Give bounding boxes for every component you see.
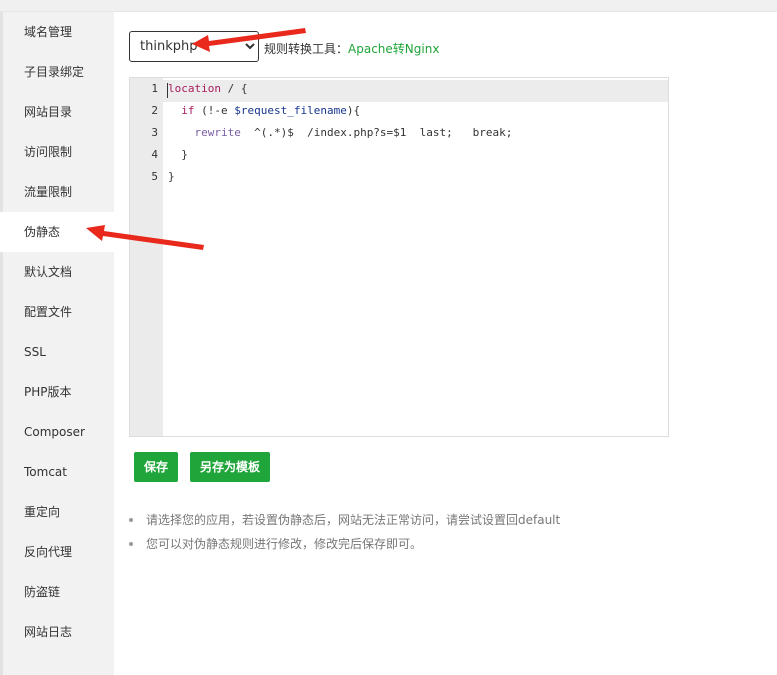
sidebar-item-hotlink-protection[interactable]: 防盗链 [0,572,114,612]
code-keyword: location [168,82,221,95]
code-keyword: rewrite [194,126,241,139]
code-line: if (!-e $request_filename){ [168,100,360,122]
line-number: 5 [151,170,158,183]
sidebar-item-site-directory[interactable]: 网站目录 [0,92,114,132]
rule-conversion-label: 规则转换工具： [264,42,349,56]
bullet-icon [129,542,133,546]
code-keyword: if [181,104,195,117]
sidebar-item-tomcat[interactable]: Tomcat [0,452,114,492]
code-line: rewrite ^(.*)$ /index.php?s=$1 last; bre… [168,122,513,144]
sidebar-item-traffic-limit[interactable]: 流量限制 [0,172,114,212]
sidebar-item-php-version[interactable]: PHP版本 [0,372,114,412]
sidebar-item-subdirectory-binding[interactable]: 子目录绑定 [0,52,114,92]
tip-item: 请选择您的应用，若设置伪静态后，网站无法正常访问，请尝试设置回default [129,510,560,534]
text-cursor [167,83,168,98]
save-as-template-button[interactable]: 另存为模板 [190,452,271,482]
sidebar-item-site-logs[interactable]: 网站日志 [0,612,114,652]
line-number: 3 [151,126,158,139]
sidebar-item-default-document[interactable]: 默认文档 [0,252,114,292]
line-number: 2 [151,104,158,117]
code-line: } [168,148,188,161]
sidebar-item-pseudo-static[interactable]: 伪静态 [0,212,114,252]
sidebar-item-config-file[interactable]: 配置文件 [0,292,114,332]
rule-conversion-tool: 规则转换工具：Apache转Nginx [264,40,439,57]
sidebar: 域名管理 子目录绑定 网站目录 访问限制 流量限制 伪静态 默认文档 配置文件 … [0,12,114,675]
code-text: ^(.*)$ /index.php?s=$1 last; break; [240,126,513,139]
bullet-icon [129,518,133,522]
tip-text: 您可以对伪静态规则进行修改，修改完后保存即可。 [146,537,423,551]
sidebar-item-access-restriction[interactable]: 访问限制 [0,132,114,172]
code-variable: $request_filename [234,104,347,117]
top-bar [0,0,777,12]
code-text: ){ [346,104,361,117]
rewrite-rules-editor[interactable]: 1 2 3 4 5 location / { if (!-e $request_… [129,77,669,437]
line-number: 4 [151,148,158,161]
save-button[interactable]: 保存 [134,452,179,482]
tip-item: 您可以对伪静态规则进行修改，修改完后保存即可。 [129,534,560,558]
sidebar-item-ssl[interactable]: SSL [0,332,114,372]
tips-list: 请选择您的应用，若设置伪静态后，网站无法正常访问，请尝试设置回default 您… [129,510,560,558]
template-select[interactable]: thinkphp [129,31,259,62]
code-text: (!-e [194,104,235,117]
code-line: } [168,170,175,183]
code-line: location / { [168,78,247,100]
sidebar-item-reverse-proxy[interactable]: 反向代理 [0,532,114,572]
apache-to-nginx-link[interactable]: Apache转Nginx [348,42,439,56]
sidebar-item-redirect[interactable]: 重定向 [0,492,114,532]
sidebar-item-composer[interactable]: Composer [0,412,114,452]
sidebar-item-domain-management[interactable]: 域名管理 [0,12,114,52]
line-number: 1 [151,82,158,95]
tip-text: 请选择您的应用，若设置伪静态后，网站无法正常访问，请尝试设置回default [146,513,561,527]
code-text: / { [220,82,248,95]
